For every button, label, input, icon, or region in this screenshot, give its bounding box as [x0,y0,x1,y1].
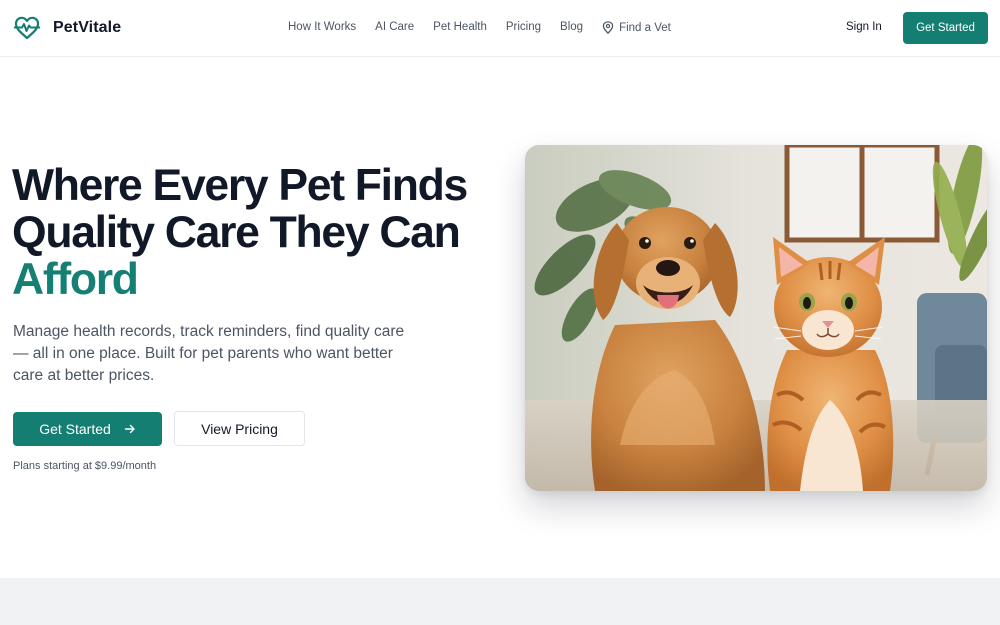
hero-pet-photo [525,145,987,491]
sign-in-link[interactable]: Sign In [846,21,882,33]
nav-link-pricing[interactable]: Pricing [506,21,541,34]
nav-link-how-it-works[interactable]: How It Works [288,21,356,34]
nav-get-started-button[interactable]: Get Started [903,12,988,44]
nav-link-pet-health[interactable]: Pet Health [433,21,487,34]
top-navigation: PetVitale How It Works AI Care Pet Healt… [0,0,1000,57]
map-pin-icon [602,21,614,34]
headline-line-2: Quality Care They Can [12,208,461,257]
find-a-vet-label: Find a Vet [619,21,671,34]
headline-accent: Afford [12,255,139,304]
nav-link-blog[interactable]: Blog [560,21,583,34]
nav-link-ai-care[interactable]: AI Care [375,21,414,34]
brand-name: PetVitale [53,19,122,36]
hero-get-started-button[interactable]: Get Started [13,412,162,446]
heart-pulse-icon [14,16,40,40]
headline-line-1: Where Every Pet Finds [12,161,468,210]
view-pricing-button[interactable]: View Pricing [174,411,305,446]
arrow-right-icon [124,424,135,434]
hero-subtitle: Manage health records, track reminders, … [13,323,405,384]
main-menu: How It Works AI Care Pet Health Pricing … [288,21,690,34]
nav-link-find-a-vet[interactable]: Find a Vet [602,21,671,34]
hero-headline: Where Every Pet Finds Quality Care They … [12,162,492,303]
brand-logo[interactable]: PetVitale [14,15,121,41]
dog-and-cat-illustration [525,145,987,491]
next-section-band [0,578,1000,625]
hero-get-started-label: Get Started [39,421,111,437]
plans-note: Plans starting at $9.99/month [13,460,157,472]
